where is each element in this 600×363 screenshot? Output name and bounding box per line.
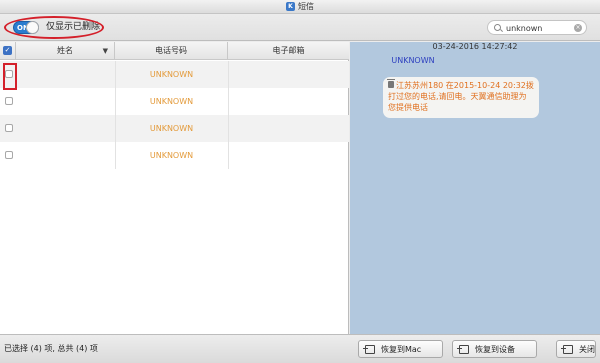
- table-header: ✓ 姓名 ▼ 电话号码 电子邮箱: [0, 42, 349, 60]
- column-header-email[interactable]: 电子邮箱: [228, 42, 349, 60]
- message-bubble[interactable]: 江苏苏州180 在2015-10-24 20:32拨打过您的电话,请回电。天翼通…: [383, 77, 539, 118]
- phone-cell: UNKNOWN: [149, 124, 194, 133]
- row-checkbox[interactable]: [5, 124, 13, 132]
- message-pane: 03-24-2016 14:27:42 UNKNOWN 江苏苏州180 在201…: [350, 42, 600, 334]
- clear-icon[interactable]: ×: [574, 24, 582, 32]
- table-row[interactable]: UNKNOWN: [0, 88, 349, 115]
- phone-cell: UNKNOWN: [149, 151, 194, 160]
- status-bar: 已选择 (4) 项, 总共 (4) 项 恢复到Mac 恢复到设备 关闭: [0, 334, 600, 363]
- select-all-checkbox[interactable]: ✓: [3, 46, 12, 55]
- restore-icon: [457, 344, 469, 354]
- restore-icon: [363, 344, 375, 354]
- row-checkbox[interactable]: [5, 97, 13, 105]
- close-button[interactable]: 关闭: [556, 340, 596, 358]
- trash-icon: [387, 79, 395, 88]
- column-header-name[interactable]: 姓名 ▼: [16, 42, 115, 60]
- exit-icon: [561, 344, 573, 354]
- table-row[interactable]: UNKNOWN: [0, 61, 349, 88]
- search-icon: [494, 24, 501, 31]
- sort-arrow-icon[interactable]: ▼: [103, 42, 108, 60]
- header-select-all[interactable]: ✓: [0, 42, 16, 60]
- column-header-phone[interactable]: 电话号码: [115, 42, 228, 60]
- message-contact: UNKNOWN: [391, 56, 435, 65]
- contact-list-pane: ✓ 姓名 ▼ 电话号码 电子邮箱 UNKNOWN UNKNOWN UNKNOWN…: [0, 42, 349, 334]
- table-row[interactable]: UNKNOWN: [0, 142, 349, 169]
- row-checkbox[interactable]: [5, 151, 13, 159]
- message-body: 江苏苏州180 在2015-10-24 20:32拨打过您的电话,请回电。天翼通…: [388, 81, 534, 112]
- search-field[interactable]: ×: [487, 20, 587, 35]
- title-bar: K 短信: [0, 0, 600, 14]
- selection-summary: 已选择 (4) 项, 总共 (4) 项: [4, 344, 98, 353]
- message-timestamp: 03-24-2016 14:27:42: [432, 42, 518, 51]
- restore-to-mac-button[interactable]: 恢复到Mac: [358, 340, 443, 358]
- app-icon: K: [286, 2, 295, 11]
- search-input[interactable]: [506, 22, 572, 34]
- table-row[interactable]: UNKNOWN: [0, 115, 349, 142]
- annotation-ellipse: [4, 16, 104, 39]
- window-title: 短信: [298, 2, 314, 11]
- phone-cell: UNKNOWN: [149, 70, 194, 79]
- toolbar: ON 仅显示已删除 ×: [0, 14, 600, 41]
- annotation-box: [3, 63, 17, 90]
- phone-cell: UNKNOWN: [149, 97, 194, 106]
- restore-to-device-button[interactable]: 恢复到设备: [452, 340, 537, 358]
